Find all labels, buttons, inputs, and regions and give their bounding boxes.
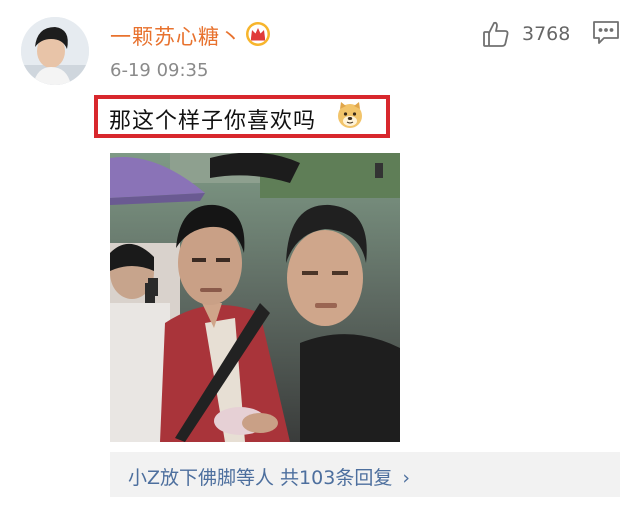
thumbs-up-icon[interactable] <box>482 20 510 48</box>
replies-bar[interactable]: 小Z放下佛脚等人 共103条回复 › <box>110 452 620 497</box>
like-count: 3768 <box>522 23 571 45</box>
chevron-right-icon: › <box>402 467 410 489</box>
comment-card: 一颗苏心糖丶 6-19 09:35 3768 那这个样子你喜欢吗 小Z放下佛脚等… <box>0 0 640 509</box>
comment-icon[interactable] <box>592 20 620 46</box>
comment-photo[interactable] <box>110 153 400 442</box>
replies-text[interactable]: 小Z放下佛脚等人 共103条回复 <box>128 467 392 489</box>
comment-text: 那这个样子你喜欢吗 <box>109 109 317 134</box>
replies-link[interactable]: 小Z放下佛脚等人 共103条回复 › <box>128 463 410 490</box>
doge-emoji-icon <box>335 100 365 130</box>
comment-timestamp: 6-19 09:35 <box>110 60 209 81</box>
username[interactable]: 一颗苏心糖丶 <box>110 21 242 51</box>
crown-vip-icon <box>245 21 271 47</box>
user-avatar[interactable] <box>21 17 89 85</box>
